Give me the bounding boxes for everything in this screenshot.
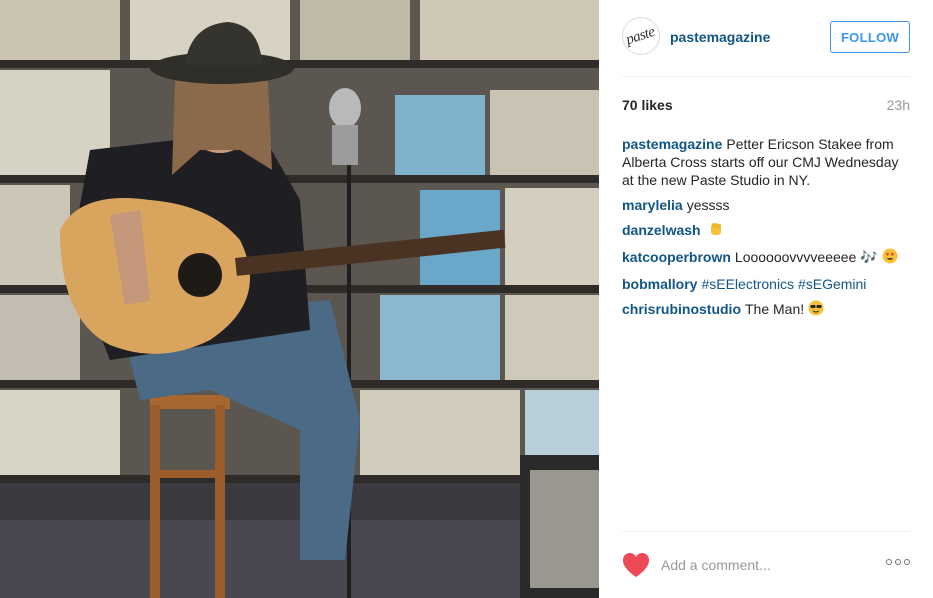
comment-username[interactable]: chrisrubinostudio — [622, 301, 741, 317]
footer-divider — [622, 531, 910, 532]
comments-list: pastemagazine Petter Ericson Stakee from … — [622, 135, 910, 327]
hashtag-link[interactable]: #sEElectronics — [701, 276, 794, 292]
list-item: danzelwash — [622, 221, 910, 241]
caption-username[interactable]: pastemagazine — [622, 136, 722, 152]
post-side-panel: paste pastemagazine FOLLOW 70 likes 23h … — [599, 0, 933, 598]
comment-username[interactable]: katcooperbrown — [622, 249, 731, 265]
list-item: marylelia yessss — [622, 196, 910, 214]
heart-icon[interactable] — [622, 552, 650, 578]
avatar[interactable]: paste — [622, 17, 660, 55]
post-photo[interactable] — [0, 0, 599, 598]
header-divider — [622, 76, 910, 77]
list-item: bobmallory #sEElectronics #sEGemini — [622, 275, 910, 293]
comment-username[interactable]: marylelia — [622, 197, 683, 213]
fist-emoji-icon — [708, 221, 724, 241]
comment-text: yessss — [686, 197, 730, 213]
post-meta: 70 likes 23h — [622, 97, 910, 115]
comment-username[interactable]: danzelwash — [622, 222, 701, 238]
dot — [904, 559, 910, 565]
post-header: paste pastemagazine FOLLOW — [622, 16, 910, 58]
comment-text: Loooooovvvveeeee 🎶 — [734, 249, 878, 265]
comment-input[interactable]: Add a comment... — [661, 557, 771, 573]
follow-button[interactable]: FOLLOW — [830, 21, 910, 53]
list-item: katcooperbrown Loooooovvvveeeee 🎶 — [622, 248, 910, 268]
sunglasses-emoji-icon — [808, 300, 824, 320]
comment-username[interactable]: bobmallory — [622, 276, 697, 292]
post-footer: Add a comment... — [622, 548, 910, 582]
comment-text: The Man! — [745, 301, 805, 317]
likes-count[interactable]: 70 likes — [622, 97, 673, 113]
author-username[interactable]: pastemagazine — [670, 29, 770, 45]
post-time[interactable]: 23h — [887, 97, 910, 113]
instagram-post: paste pastemagazine FOLLOW 70 likes 23h … — [0, 0, 933, 598]
dot — [895, 559, 901, 565]
hashtag-link[interactable]: #sEGemini — [798, 276, 866, 292]
heart-eyes-emoji-icon — [882, 248, 898, 268]
dot — [886, 559, 892, 565]
more-options-icon[interactable] — [886, 559, 910, 565]
musician-photo-illustration — [0, 0, 599, 598]
caption: pastemagazine Petter Ericson Stakee from … — [622, 135, 910, 189]
avatar-logo-text: paste — [624, 23, 658, 48]
list-item: chrisrubinostudio The Man! — [622, 300, 910, 320]
